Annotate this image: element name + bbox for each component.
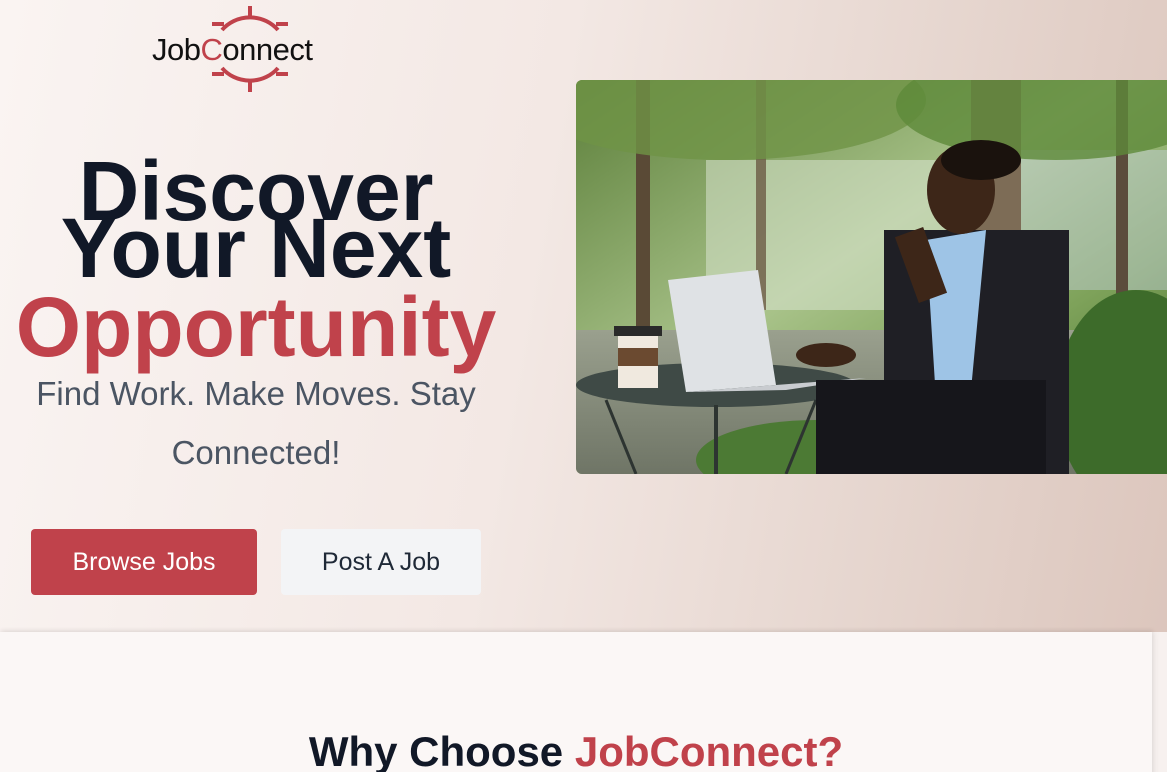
headline-line-3: Opportunity: [15, 280, 497, 374]
logo-wordmark: JobConnect: [152, 32, 313, 68]
logo-text-suffix: onnect: [222, 32, 313, 67]
hero-tagline: Find Work. Make Moves. Stay Connected!: [36, 375, 476, 471]
photo-icon: [576, 80, 1167, 474]
logo-text-prefix: Job: [152, 32, 201, 67]
logo-text-accent: C: [200, 32, 223, 67]
why-choose-heading-brand: JobConnect?: [574, 728, 844, 772]
headline-line-2: Your Next: [60, 201, 452, 295]
hero-headline: Discover Your Next Opportunity: [0, 149, 512, 374]
why-choose-heading: Why Choose JobConnect?: [0, 728, 1152, 772]
hero-image: [576, 80, 1167, 474]
why-choose-heading-prefix: Why Choose: [308, 728, 575, 772]
why-choose-section: Why Choose JobConnect?: [0, 632, 1152, 772]
post-a-job-button[interactable]: Post A Job: [281, 529, 481, 595]
browse-jobs-button[interactable]: Browse Jobs: [31, 529, 257, 595]
logo[interactable]: JobConnect: [148, 4, 360, 96]
hero-section: JobConnect Discover Your Next Opportunit…: [0, 0, 1167, 632]
